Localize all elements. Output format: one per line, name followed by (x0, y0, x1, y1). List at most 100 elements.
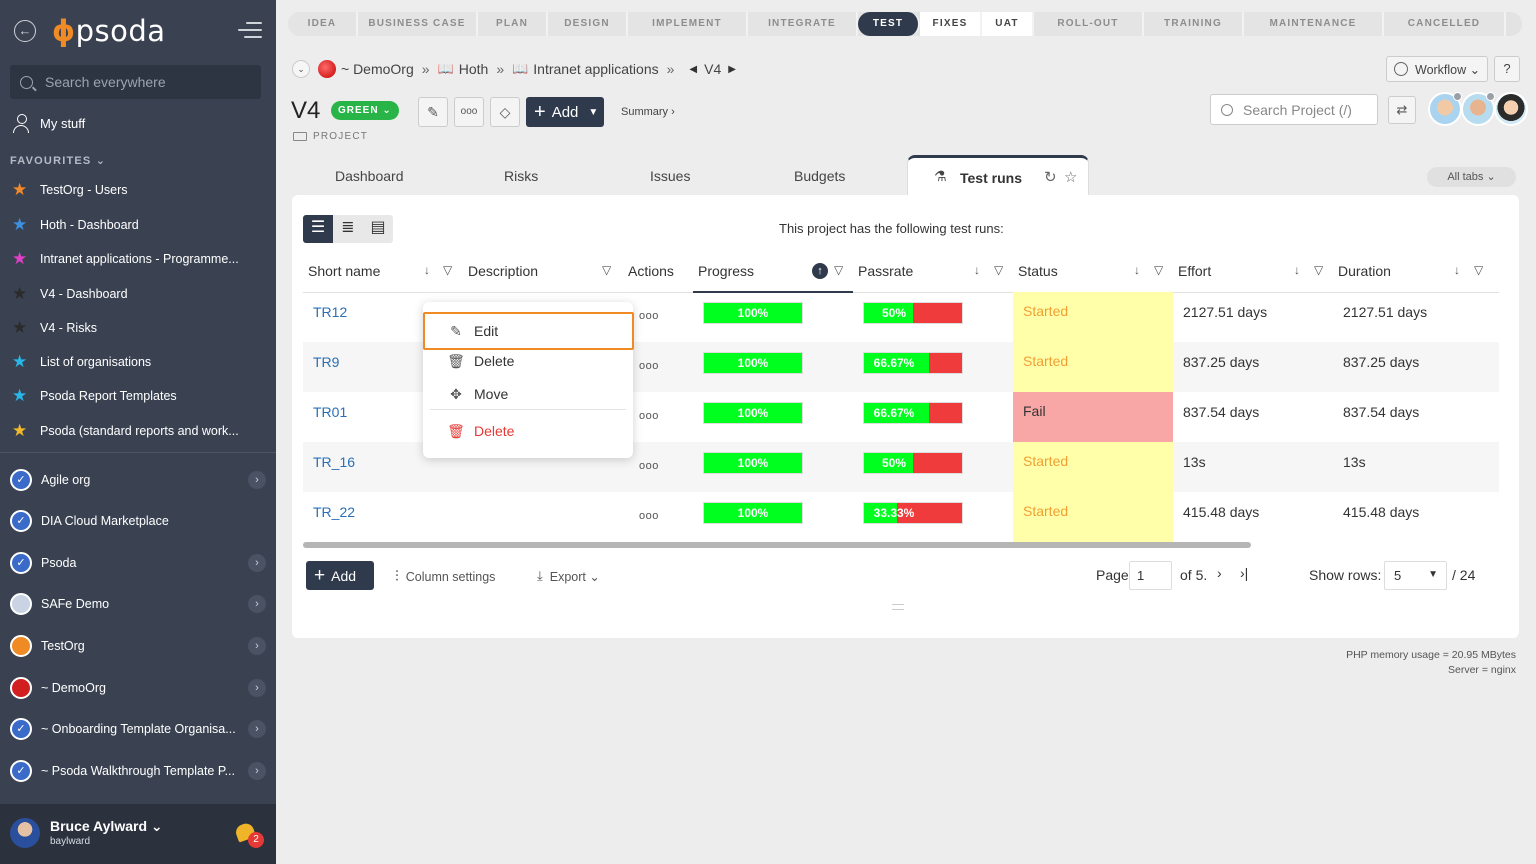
sort-ascending-icon[interactable]: ↑ (812, 263, 828, 279)
sort-icon[interactable]: ↓ (1454, 263, 1460, 277)
favourite-item[interactable]: ★ List of organisations (12, 352, 151, 372)
more-options-icon[interactable]: ooo (454, 97, 484, 127)
phase-training[interactable]: TRAINING (1144, 12, 1244, 36)
user-panel[interactable]: Bruce Aylward ⌄ baylward (0, 804, 276, 864)
view-dense-icon[interactable]: ▤ (363, 215, 393, 243)
back-arrow-icon[interactable]: ← (14, 20, 36, 42)
filter-icon[interactable]: ▽ (1474, 263, 1483, 277)
favourite-item[interactable]: ★ V4 - Dashboard (12, 284, 128, 304)
org-item[interactable]: SAFe Demo › (10, 591, 266, 617)
filter-icon[interactable]: ▽ (602, 263, 611, 277)
column-header-progress[interactable]: Progress (698, 263, 754, 279)
row-actions-icon[interactable]: ooo (639, 410, 659, 422)
chevron-right-icon[interactable]: › (248, 471, 266, 489)
notification-badge[interactable]: 2 (248, 832, 264, 848)
chevron-right-icon[interactable]: › (248, 637, 266, 655)
previous-sibling-icon[interactable]: ◀ (689, 64, 697, 75)
sort-icon[interactable]: ↓ (424, 263, 430, 277)
context-menu-delete-danger[interactable]: 🗑 Delete (423, 416, 633, 446)
filter-icon[interactable]: ▽ (443, 263, 452, 277)
edit-pencil-icon[interactable]: ✎ (418, 97, 448, 127)
test-run-link[interactable]: TR01 (313, 404, 347, 420)
phase-uat[interactable]: UAT (982, 12, 1034, 36)
team-avatar[interactable] (1428, 92, 1462, 126)
last-page-icon[interactable]: ›| (1240, 565, 1248, 581)
org-item[interactable]: ✓ Psoda › (10, 550, 266, 576)
column-header-status[interactable]: Status (1018, 263, 1058, 279)
chevron-right-icon[interactable]: › (248, 720, 266, 738)
column-header-passrate[interactable]: Passrate (858, 263, 913, 279)
help-button[interactable]: ? (1494, 56, 1520, 82)
org-item[interactable]: ✓ ~ Psoda Walkthrough Template P... › (10, 758, 266, 784)
phase-cancelled[interactable]: CANCELLED (1384, 12, 1506, 36)
psoda-logo[interactable]: ɸpsoda (52, 14, 166, 48)
sort-icon[interactable]: ↓ (1294, 263, 1300, 277)
context-menu-edit[interactable]: ✎ Edit (423, 312, 634, 350)
org-item[interactable]: ✓ Agile org › (10, 467, 266, 493)
org-item[interactable]: ✓ ~ Onboarding Template Organisa... › (10, 716, 266, 742)
column-settings-button[interactable]: ⫶ Column settings (395, 568, 495, 585)
sort-icon[interactable]: ↓ (974, 263, 980, 277)
tab-dashboard[interactable]: Dashboard (335, 168, 404, 184)
favourite-item[interactable]: ★ TestOrg - Users (12, 180, 128, 200)
next-sibling-icon[interactable]: ▶ (728, 64, 736, 75)
view-compact-icon[interactable]: ≣ (333, 215, 363, 243)
user-name[interactable]: Bruce Aylward ⌄ (50, 818, 163, 835)
row-actions-icon[interactable]: ooo (639, 360, 659, 372)
status-badge[interactable]: GREEN ⌄ (331, 101, 399, 120)
context-menu-move[interactable]: ✥ Move (423, 379, 633, 409)
chevron-down-icon[interactable]: ⌄ (292, 60, 310, 78)
tab-test-runs[interactable]: ⚗ Test runs ↻ ☆ (907, 155, 1089, 196)
column-header-description[interactable]: Description (468, 263, 538, 279)
all-tabs-button[interactable]: All tabs ⌄ (1427, 167, 1516, 187)
export-button[interactable]: ⤓ Export ⌄ (537, 568, 600, 584)
team-avatar[interactable] (1494, 92, 1528, 126)
favourites-header[interactable]: FAVOURITES ⌄ (10, 154, 106, 167)
global-search-input[interactable]: Search everywhere (10, 65, 261, 99)
favourite-item[interactable]: ★ Intranet applications - Programme... (12, 249, 239, 269)
star-icon[interactable]: ☆ (1064, 168, 1077, 186)
breadcrumb-project-group[interactable]: Intranet applications (533, 61, 658, 77)
phase-test[interactable]: TEST (858, 12, 920, 36)
row-actions-icon[interactable]: ooo (639, 460, 659, 472)
phase-design[interactable]: DESIGN (548, 12, 628, 36)
favourite-item[interactable]: ★ V4 - Risks (12, 318, 97, 338)
rows-per-page-select[interactable]: 5 ▼ (1384, 561, 1447, 590)
org-item[interactable]: ~ DemoOrg › (10, 675, 266, 701)
workflow-button[interactable]: Workflow ⌄ (1386, 56, 1488, 82)
refresh-icon[interactable]: ↻ (1044, 168, 1057, 186)
chevron-right-icon[interactable]: › (248, 762, 266, 780)
sort-icon[interactable]: ↓ (1134, 263, 1140, 277)
tab-risks[interactable]: Risks (504, 168, 538, 184)
test-run-link[interactable]: TR9 (313, 354, 339, 370)
summary-link[interactable]: Summary › (621, 106, 675, 118)
column-header-short-name[interactable]: Short name (308, 263, 380, 279)
test-run-link[interactable]: TR_16 (313, 454, 355, 470)
horizontal-scrollbar[interactable] (303, 542, 1251, 548)
chevron-right-icon[interactable]: › (248, 679, 266, 697)
phase-business-case[interactable]: BUSINESS CASE (358, 12, 478, 36)
row-actions-icon[interactable]: ooo (639, 510, 659, 522)
team-avatar[interactable] (1461, 92, 1495, 126)
share-icon[interactable]: ⇄ (1388, 96, 1416, 124)
collapse-menu-icon[interactable] (238, 22, 262, 40)
page-input[interactable]: 1 (1129, 561, 1172, 590)
breadcrumb-program[interactable]: Hoth (459, 61, 489, 77)
phase-implement[interactable]: IMPLEMENT (628, 12, 748, 36)
add-button[interactable]: + Add ▼ (526, 97, 604, 127)
org-item[interactable]: TestOrg › (10, 633, 266, 659)
phase-maintenance[interactable]: MAINTENANCE (1244, 12, 1384, 36)
tab-issues[interactable]: Issues (650, 168, 690, 184)
column-header-duration[interactable]: Duration (1338, 263, 1391, 279)
next-page-icon[interactable]: › (1217, 565, 1222, 581)
project-search-input[interactable]: Search Project (/) (1210, 94, 1378, 125)
context-menu-delete[interactable]: 🗑 Delete (423, 346, 633, 376)
column-header-effort[interactable]: Effort (1178, 263, 1211, 279)
resize-grip-icon[interactable] (892, 604, 904, 610)
my-stuff-link[interactable]: My stuff (12, 114, 85, 133)
test-run-link[interactable]: TR_22 (313, 504, 355, 520)
table-add-button[interactable]: + Add (306, 561, 374, 590)
favourite-item[interactable]: ★ Hoth - Dashboard (12, 215, 139, 235)
breadcrumb-org[interactable]: ~ DemoOrg (341, 61, 414, 77)
view-list-icon[interactable]: ☰ (303, 215, 333, 243)
